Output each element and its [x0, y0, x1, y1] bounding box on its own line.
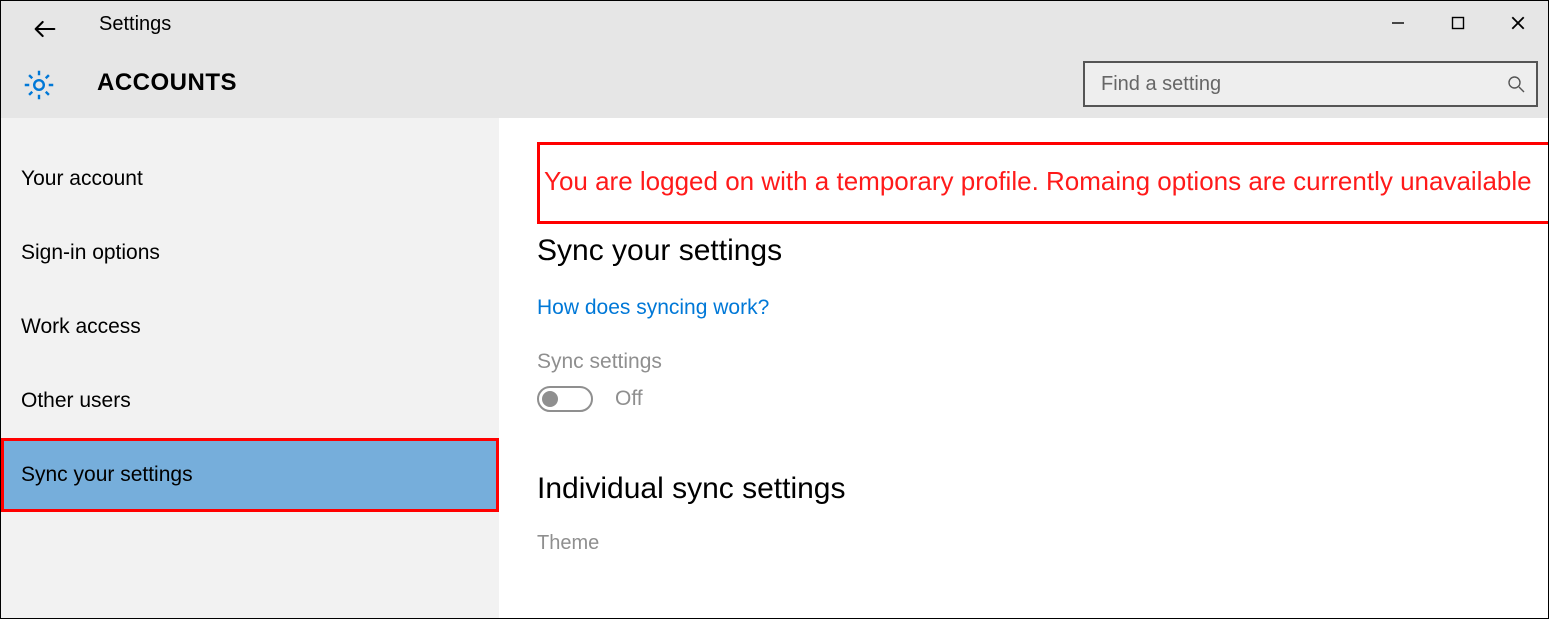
close-icon [1510, 15, 1526, 31]
window-title: Settings [99, 13, 171, 36]
close-button[interactable] [1488, 1, 1548, 45]
sidebar-item-label: Sign-in options [21, 241, 160, 265]
search-box[interactable] [1083, 61, 1538, 107]
content: You are logged on with a temporary profi… [499, 118, 1548, 618]
sidebar-item-sign-in-options[interactable]: Sign-in options [1, 216, 499, 290]
maximize-icon [1451, 16, 1465, 30]
error-message-box: You are logged on with a temporary profi… [537, 142, 1548, 224]
sync-heading: Sync your settings [537, 234, 1548, 268]
sidebar-item-label: Your account [21, 167, 143, 191]
error-message: You are logged on with a temporary profi… [544, 159, 1548, 203]
back-arrow-icon [31, 15, 59, 43]
sidebar: Your account Sign-in options Work access… [1, 118, 499, 618]
sidebar-item-work-access[interactable]: Work access [1, 290, 499, 364]
back-button[interactable] [25, 9, 65, 49]
sidebar-item-sync-your-settings[interactable]: Sync your settings [1, 438, 499, 512]
toggle-knob-icon [542, 391, 558, 407]
sidebar-item-other-users[interactable]: Other users [1, 364, 499, 438]
sidebar-item-your-account[interactable]: Your account [1, 142, 499, 216]
body: Your account Sign-in options Work access… [1, 118, 1548, 618]
theme-label: Theme [537, 532, 1548, 555]
search-icon [1506, 74, 1526, 94]
sidebar-item-label: Work access [21, 315, 141, 339]
section-title: ACCOUNTS [97, 69, 237, 97]
minimize-button[interactable] [1368, 1, 1428, 45]
window-controls [1368, 1, 1548, 45]
maximize-button[interactable] [1428, 1, 1488, 45]
accounts-gear-icon [19, 65, 59, 105]
sync-settings-toggle-state: Off [615, 387, 643, 411]
sync-settings-toggle-row: Off [537, 386, 1548, 412]
search-input[interactable] [1099, 72, 1506, 97]
sync-settings-label: Sync settings [537, 350, 1548, 374]
settings-window: Settings ACCOUNTS [0, 0, 1549, 619]
minimize-icon [1391, 16, 1405, 30]
sync-settings-toggle[interactable] [537, 386, 593, 412]
header: Settings ACCOUNTS [1, 1, 1548, 118]
how-syncing-works-link[interactable]: How does syncing work? [537, 296, 769, 320]
sidebar-item-label: Other users [21, 389, 131, 413]
sidebar-item-label: Sync your settings [21, 463, 193, 487]
individual-sync-heading: Individual sync settings [537, 472, 1548, 506]
